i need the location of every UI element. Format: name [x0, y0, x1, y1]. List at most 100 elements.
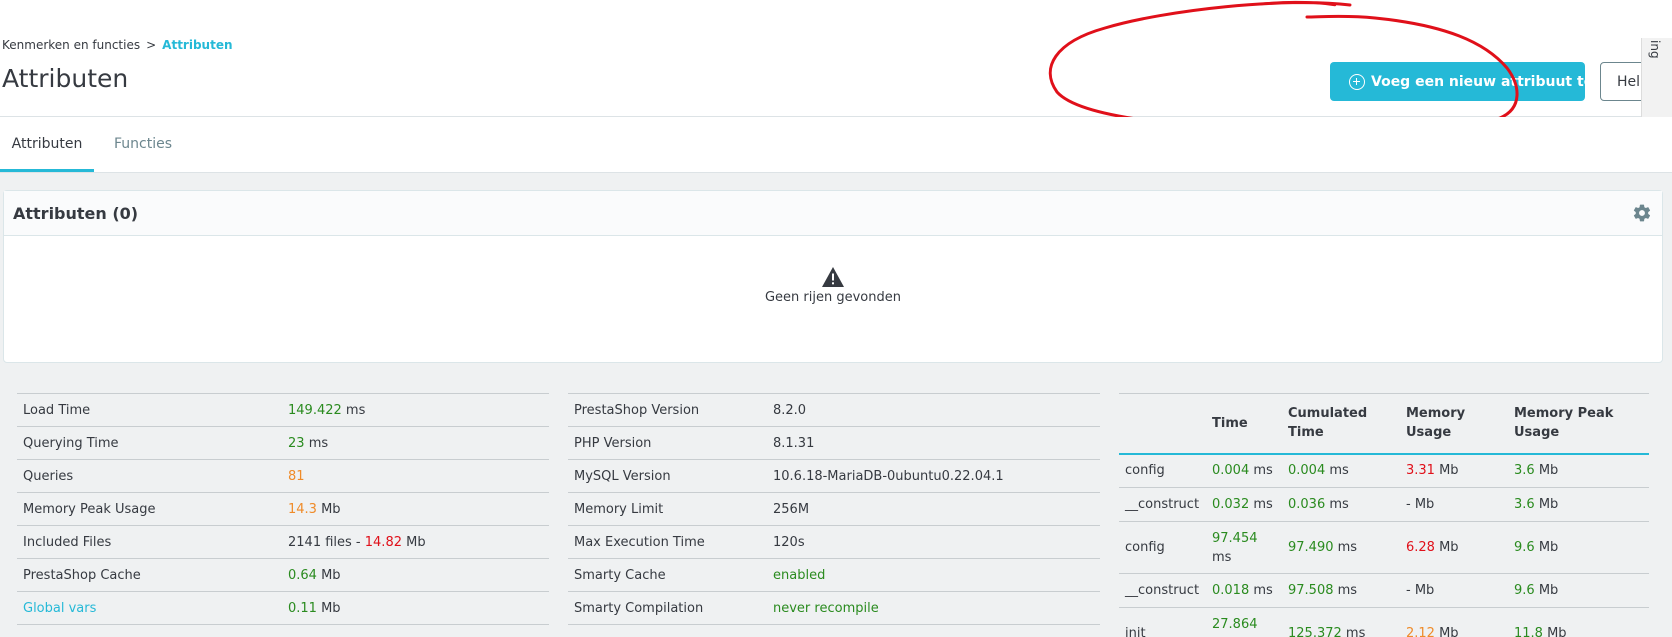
- step-memory: 3.31 Mb: [1400, 453, 1508, 488]
- step-cumulated: 97.490 ms: [1282, 521, 1400, 574]
- column-header: Memory Usage: [1400, 393, 1508, 455]
- panel-title: Attributen (0): [13, 204, 139, 223]
- table-row: Load Time 149.422 ms: [17, 393, 549, 427]
- step-time: 97.454 ms: [1206, 521, 1282, 574]
- warning-icon: [822, 267, 844, 287]
- add-attribute-button[interactable]: Voeg een nieuw attribuut toe: [1330, 62, 1585, 101]
- table-row: PrestaShop Cache 0.64 Mb: [17, 558, 549, 592]
- step-cumulated: 97.508 ms: [1282, 573, 1400, 608]
- row-label: Querying Time: [17, 426, 282, 460]
- global-vars-link[interactable]: Global vars: [17, 591, 282, 625]
- row-label: Included Files: [17, 525, 282, 559]
- step-peak: 3.6 Mb: [1508, 487, 1649, 522]
- row-label: MySQL Version: [568, 459, 767, 493]
- row-label: Smarty Cache: [568, 558, 767, 592]
- step-peak: 11.8 Mb: [1508, 607, 1649, 637]
- step-name: __construct: [1119, 487, 1206, 522]
- step-name: config: [1119, 521, 1206, 574]
- attributes-panel: Attributen (0) Geen rijen gevonden: [3, 190, 1663, 363]
- step-name: config: [1119, 453, 1206, 488]
- row-value: 0.64 Mb: [282, 558, 549, 592]
- step-peak: 3.6 Mb: [1508, 453, 1649, 488]
- table-row: Smarty Cache enabled: [568, 558, 1100, 592]
- column-header: Time: [1206, 393, 1282, 455]
- row-value: 8.2.0: [767, 393, 1100, 427]
- table-row: Global vars 0.11 Mb: [17, 591, 549, 625]
- table-row: Queries 81: [17, 459, 549, 493]
- row-value: never recompile: [767, 591, 1100, 625]
- step-time: 0.004 ms: [1206, 453, 1282, 488]
- row-value: enabled: [767, 558, 1100, 592]
- column-header: Cumulated Time: [1282, 393, 1400, 455]
- tab-attributen[interactable]: Attributen: [0, 117, 94, 172]
- row-value: 23 ms: [282, 426, 549, 460]
- row-value: 81: [282, 459, 549, 493]
- profiler-steps-table: Time Cumulated Time Memory Usage Memory …: [1119, 393, 1649, 637]
- step-memory: - Mb: [1400, 487, 1508, 522]
- step-cumulated: 125.372 ms: [1282, 607, 1400, 637]
- table-row: Memory Limit 256M: [568, 492, 1100, 526]
- step-cumulated: 0.036 ms: [1282, 487, 1400, 522]
- table-row: __construct 0.032 ms 0.036 ms - Mb 3.6 M…: [1119, 487, 1649, 522]
- row-value: 0.11 Mb: [282, 591, 549, 625]
- row-label: Smarty Compilation: [568, 591, 767, 625]
- breadcrumb-parent-link[interactable]: Kenmerken en functies: [2, 38, 140, 52]
- panel-header: Attributen (0): [4, 191, 1662, 236]
- tab-bar: Attributen Functies: [0, 117, 1672, 173]
- breadcrumb-current-link[interactable]: Attributen: [162, 38, 232, 52]
- table-row: config 97.454 ms 97.490 ms 6.28 Mb 9.6 Mb: [1119, 521, 1649, 574]
- step-name: init: [1119, 607, 1206, 637]
- row-label: PHP Version: [568, 426, 767, 460]
- empty-state: Geen rijen gevonden: [4, 266, 1662, 305]
- profiler-environment-table: PrestaShop Version 8.2.0 PHP Version 8.1…: [568, 393, 1100, 625]
- row-value: 120s: [767, 525, 1100, 559]
- step-time: 27.864ms: [1206, 607, 1282, 637]
- table-row: MySQL Version 10.6.18-MariaDB-0ubuntu0.2…: [568, 459, 1100, 493]
- step-memory: 2.12 Mb: [1400, 607, 1508, 637]
- tab-functies[interactable]: Functies: [108, 117, 178, 172]
- column-header: Memory Peak Usage: [1508, 393, 1649, 455]
- add-attribute-label: Voeg een nieuw attribuut toe: [1371, 73, 1585, 90]
- step-memory: 6.28 Mb: [1400, 521, 1508, 574]
- row-value: 149.422 ms: [282, 393, 549, 427]
- profiler-summary-table: Load Time 149.422 ms Querying Time 23 ms…: [17, 393, 549, 625]
- side-panel-tab-label: ing: [1648, 40, 1662, 59]
- row-value: 8.1.31: [767, 426, 1100, 460]
- row-label: Max Execution Time: [568, 525, 767, 559]
- table-row: config 0.004 ms 0.004 ms 3.31 Mb 3.6 Mb: [1119, 453, 1649, 488]
- row-label: PrestaShop Version: [568, 393, 767, 427]
- row-value: 10.6.18-MariaDB-0ubuntu0.22.04.1: [767, 459, 1100, 493]
- table-header-row: Time Cumulated Time Memory Usage Memory …: [1119, 393, 1649, 455]
- table-row: PrestaShop Version 8.2.0: [568, 393, 1100, 427]
- row-value: 2141 files - 14.82 Mb: [282, 525, 549, 559]
- table-row: Max Execution Time 120s: [568, 525, 1100, 559]
- row-label: Queries: [17, 459, 282, 493]
- step-cumulated: 0.004 ms: [1282, 453, 1400, 488]
- breadcrumb: Kenmerken en functies > Attributen: [2, 38, 233, 52]
- plus-circle-icon: [1349, 73, 1365, 90]
- page-header: Kenmerken en functies > Attributen Attribu…: [0, 0, 1672, 117]
- row-label: PrestaShop Cache: [17, 558, 282, 592]
- row-label: Memory Peak Usage: [17, 492, 282, 526]
- step-name: __construct: [1119, 573, 1206, 608]
- table-row: Memory Peak Usage 14.3 Mb: [17, 492, 549, 526]
- row-label: Load Time: [17, 393, 282, 427]
- table-row: PHP Version 8.1.31: [568, 426, 1100, 460]
- row-value: 256M: [767, 492, 1100, 526]
- table-row: Smarty Compilation never recompile: [568, 591, 1100, 625]
- breadcrumb-separator: >: [146, 38, 157, 52]
- step-memory: - Mb: [1400, 573, 1508, 608]
- column-header: [1119, 393, 1206, 455]
- row-label: Memory Limit: [568, 492, 767, 526]
- row-value: 14.3 Mb: [282, 492, 549, 526]
- page-title: Attributen: [2, 64, 129, 93]
- step-peak: 9.6 Mb: [1508, 573, 1649, 608]
- table-row: Included Files 2141 files - 14.82 Mb: [17, 525, 549, 559]
- table-row: init 27.864ms 125.372 ms 2.12 Mb 11.8 Mb: [1119, 607, 1649, 637]
- step-time: 0.032 ms: [1206, 487, 1282, 522]
- step-time: 0.018 ms: [1206, 573, 1282, 608]
- table-row: Querying Time 23 ms: [17, 426, 549, 460]
- empty-message: Geen rijen gevonden: [764, 290, 901, 305]
- table-row: __construct 0.018 ms 97.508 ms - Mb 9.6 …: [1119, 573, 1649, 608]
- gear-icon[interactable]: [1632, 203, 1652, 223]
